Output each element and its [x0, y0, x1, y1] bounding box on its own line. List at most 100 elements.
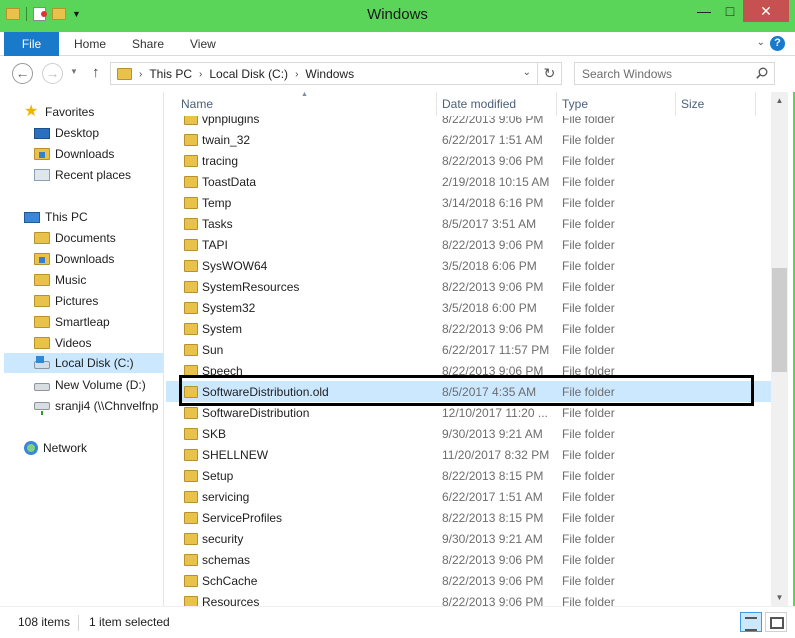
- column-header-date[interactable]: Date modified: [442, 92, 516, 116]
- column-divider[interactable]: [556, 92, 557, 116]
- scrollbar-thumb[interactable]: [772, 268, 787, 372]
- nav-favorites[interactable]: ★ Favorites: [24, 102, 94, 122]
- scroll-down-icon[interactable]: ▼: [771, 589, 788, 606]
- breadcrumb-chevron-icon[interactable]: ›: [139, 69, 142, 80]
- column-divider[interactable]: [675, 92, 676, 116]
- nav-this-pc[interactable]: This PC: [24, 207, 88, 227]
- forward-button[interactable]: →: [42, 63, 63, 84]
- downloads-folder-icon: [34, 148, 50, 160]
- back-button[interactable]: ←: [12, 63, 33, 84]
- nav-item-label: Smartleap: [55, 315, 110, 329]
- table-row[interactable]: System32 3/5/2018 6:00 PM File folder: [166, 297, 771, 318]
- folder-icon: [184, 323, 198, 335]
- folder-icon: [184, 176, 198, 188]
- file-name: SysWOW64: [202, 259, 268, 273]
- table-row[interactable]: ToastData 2/19/2018 10:15 AM File folder: [166, 171, 771, 192]
- address-dropdown-icon[interactable]: ⌄: [523, 67, 531, 78]
- table-row[interactable]: security 9/30/2013 9:21 AM File folder: [166, 528, 771, 549]
- file-date-modified: 8/5/2017 3:51 AM: [442, 217, 537, 231]
- nav-item-smartleap[interactable]: Smartleap: [34, 312, 110, 332]
- refresh-icon[interactable]: ↻: [537, 63, 561, 84]
- table-row[interactable]: SKB 9/30/2013 9:21 AM File folder: [166, 423, 771, 444]
- nav-item-downloads[interactable]: Downloads: [34, 144, 114, 164]
- nav-item-videos[interactable]: Videos: [34, 333, 91, 353]
- table-row[interactable]: SHELLNEW 11/20/2017 8:32 PM File folder: [166, 444, 771, 465]
- tab-home[interactable]: Home: [74, 32, 106, 56]
- nav-item-music[interactable]: Music: [34, 270, 86, 290]
- nav-item-label: Recent places: [55, 168, 132, 182]
- search-icon[interactable]: [756, 67, 768, 79]
- table-row[interactable]: Tasks 8/5/2017 3:51 AM File folder: [166, 213, 771, 234]
- file-date-modified: 12/10/2017 11:20 ...: [442, 406, 548, 420]
- breadcrumb-chevron-icon[interactable]: ›: [295, 69, 298, 80]
- table-row[interactable]: Temp 3/14/2018 6:16 PM File folder: [166, 192, 771, 213]
- search-input[interactable]: [575, 63, 750, 84]
- file-type: File folder: [562, 574, 615, 588]
- nav-item-network-drive[interactable]: sranji4 (\\Chnvelfnp: [34, 396, 158, 416]
- table-row[interactable]: Resources 8/22/2013 9:06 PM File folder: [166, 591, 771, 606]
- column-divider[interactable]: [755, 92, 756, 116]
- nav-item-recent-places[interactable]: Recent places: [34, 165, 131, 185]
- column-divider[interactable]: [436, 92, 437, 116]
- nav-item-new-volume[interactable]: New Volume (D:): [34, 375, 146, 395]
- table-row[interactable]: twain_32 6/22/2017 1:51 AM File folder: [166, 129, 771, 150]
- table-row[interactable]: SystemResources 8/22/2013 9:06 PM File fol…: [166, 276, 771, 297]
- table-row[interactable]: System 8/22/2013 9:06 PM File folder: [166, 318, 771, 339]
- search-box[interactable]: [574, 62, 775, 85]
- breadcrumb-windows[interactable]: Windows: [305, 67, 354, 81]
- column-header-name[interactable]: Name: [181, 92, 213, 116]
- large-icons-view-icon[interactable]: [765, 612, 787, 632]
- folder-icon: [117, 68, 132, 80]
- table-row[interactable]: Setup 8/22/2013 8:15 PM File folder: [166, 465, 771, 486]
- scroll-up-icon[interactable]: ▲: [771, 92, 788, 109]
- nav-item-local-disk[interactable]: Local Disk (C:): [4, 353, 163, 373]
- breadcrumb-this-pc[interactable]: This PC: [149, 67, 192, 81]
- nav-network[interactable]: Network: [24, 438, 87, 458]
- file-name: System32: [202, 301, 256, 315]
- videos-folder-icon: [34, 337, 50, 349]
- folder-icon: [184, 116, 198, 125]
- network-drive-icon: [34, 402, 50, 415]
- recent-locations-icon[interactable]: ▼: [70, 67, 78, 76]
- column-header-type[interactable]: Type: [562, 92, 588, 116]
- title-bar: ▼ Windows — □ ✕: [0, 0, 795, 32]
- details-view-icon[interactable]: [740, 612, 762, 632]
- navigation-bar: ← → ▼ ↑ › This PC › Local Disk (C:) › Wi…: [0, 56, 795, 92]
- breadcrumb-chevron-icon[interactable]: ›: [199, 69, 202, 80]
- table-row[interactable]: SchCache 8/22/2013 9:06 PM File folder: [166, 570, 771, 591]
- file-name: servicing: [202, 490, 250, 504]
- nav-item-documents[interactable]: Documents: [34, 228, 116, 248]
- table-row[interactable]: vpnplugins 8/22/2013 9:06 PM File folder: [166, 116, 771, 129]
- table-row[interactable]: SysWOW64 3/5/2018 6:06 PM File folder: [166, 255, 771, 276]
- vertical-scrollbar[interactable]: ▲ ▼: [771, 92, 788, 606]
- nav-item-label: Favorites: [45, 105, 95, 119]
- file-date-modified: 8/22/2013 9:06 PM: [442, 280, 544, 294]
- help-icon[interactable]: ?: [770, 36, 785, 51]
- table-row[interactable]: tracing 8/22/2013 9:06 PM File folder: [166, 150, 771, 171]
- maximize-button[interactable]: □: [717, 0, 743, 22]
- nav-item-downloads-pc[interactable]: Downloads: [34, 249, 114, 269]
- tab-view[interactable]: View: [190, 32, 216, 56]
- tab-share[interactable]: Share: [132, 32, 164, 56]
- file-name: twain_32: [202, 133, 251, 147]
- address-bar[interactable]: › This PC › Local Disk (C:) › Windows ⌄ …: [110, 62, 562, 85]
- table-row[interactable]: servicing 6/22/2017 1:51 AM File folder: [166, 486, 771, 507]
- file-name: Temp: [202, 196, 232, 210]
- minimize-button[interactable]: —: [691, 0, 717, 22]
- breadcrumb-local-disk[interactable]: Local Disk (C:): [209, 67, 288, 81]
- table-row[interactable]: TAPI 8/22/2013 9:06 PM File folder: [166, 234, 771, 255]
- nav-item-pictures[interactable]: Pictures: [34, 291, 98, 311]
- nav-item-label: Documents: [55, 231, 116, 245]
- column-header-size[interactable]: Size: [681, 92, 704, 116]
- close-button[interactable]: ✕: [743, 0, 789, 22]
- expand-ribbon-icon[interactable]: ⌄: [757, 37, 765, 48]
- file-type: File folder: [562, 133, 615, 147]
- table-row[interactable]: ServiceProfiles 8/22/2013 8:15 PM File fol…: [166, 507, 771, 528]
- nav-item-desktop[interactable]: Desktop: [34, 123, 99, 143]
- table-row[interactable]: schemas 8/22/2013 9:06 PM File folder: [166, 549, 771, 570]
- tab-file[interactable]: File: [4, 32, 59, 56]
- file-name: SHELLNEW: [202, 448, 269, 462]
- table-row[interactable]: Sun 6/22/2017 11:57 PM File folder: [166, 339, 771, 360]
- up-button[interactable]: ↑: [92, 64, 100, 81]
- file-date-modified: 8/22/2013 9:06 PM: [442, 574, 544, 588]
